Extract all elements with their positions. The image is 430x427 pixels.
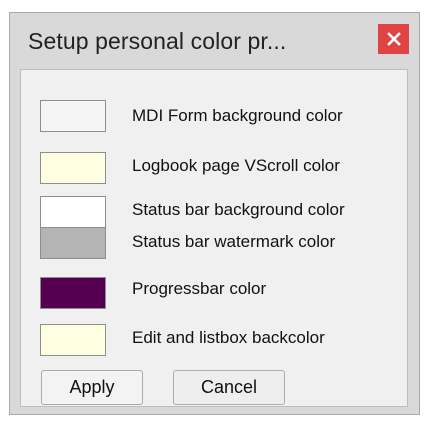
title-bar: Setup personal color pr... bbox=[10, 13, 419, 67]
client-area: MDI Form background color Logbook page V… bbox=[20, 69, 408, 407]
cancel-button[interactable]: Cancel bbox=[173, 370, 285, 405]
mdi-form-background-swatch[interactable] bbox=[40, 100, 106, 132]
settings-dialog: Setup personal color pr... MDI Form back… bbox=[9, 12, 420, 415]
logbook-vscroll-swatch[interactable] bbox=[40, 152, 106, 184]
progressbar-color-label: Progressbar color bbox=[132, 279, 267, 298]
edit-listbox-backcolor-label: Edit and listbox backcolor bbox=[132, 328, 325, 347]
edit-listbox-backcolor-swatch[interactable] bbox=[40, 324, 106, 356]
status-bar-watermark-swatch[interactable] bbox=[40, 227, 106, 259]
apply-button[interactable]: Apply bbox=[41, 370, 143, 405]
mdi-form-background-label: MDI Form background color bbox=[132, 106, 343, 125]
status-bar-background-swatch[interactable] bbox=[40, 196, 106, 228]
close-icon bbox=[386, 32, 401, 46]
logbook-vscroll-label: Logbook page VScroll color bbox=[132, 156, 340, 175]
close-button[interactable] bbox=[378, 24, 409, 54]
status-bar-background-label: Status bar background color bbox=[132, 200, 345, 219]
status-bar-watermark-label: Status bar watermark color bbox=[132, 232, 336, 251]
dialog-title: Setup personal color pr... bbox=[28, 28, 287, 54]
progressbar-color-swatch[interactable] bbox=[40, 277, 106, 309]
